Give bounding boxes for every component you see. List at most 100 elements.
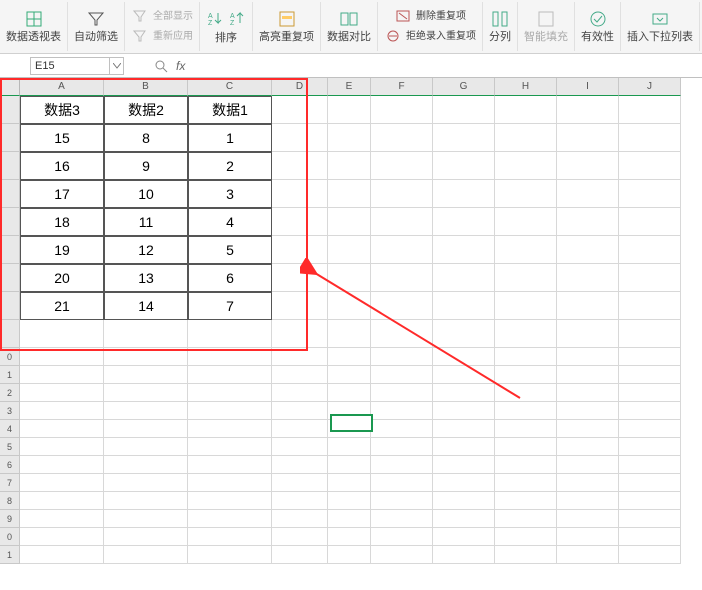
cell[interactable]: [557, 528, 619, 546]
cell[interactable]: [188, 348, 272, 366]
cell[interactable]: [433, 96, 495, 124]
table-cell[interactable]: 8: [104, 124, 188, 152]
cell[interactable]: [188, 492, 272, 510]
cell-grid[interactable]: 数据3数据2数据11581169217103181141912520136211…: [20, 96, 681, 564]
cell[interactable]: [272, 438, 328, 456]
cell[interactable]: [104, 546, 188, 564]
table-cell[interactable]: 9: [104, 152, 188, 180]
remove-dup-label[interactable]: 删除重复项: [416, 7, 466, 25]
table-cell[interactable]: 12: [104, 236, 188, 264]
column-header-H[interactable]: H: [495, 78, 557, 96]
row-header[interactable]: 0: [0, 348, 20, 366]
table-cell[interactable]: 2: [188, 152, 272, 180]
cell[interactable]: [272, 292, 328, 320]
table-cell[interactable]: 16: [20, 152, 104, 180]
cell[interactable]: [371, 366, 433, 384]
cell[interactable]: [328, 124, 371, 152]
cell[interactable]: [328, 546, 371, 564]
cell[interactable]: [495, 208, 557, 236]
row-header[interactable]: 5: [0, 438, 20, 456]
cell[interactable]: [557, 510, 619, 528]
cell[interactable]: [328, 492, 371, 510]
row-header[interactable]: 7: [0, 474, 20, 492]
cell[interactable]: [104, 438, 188, 456]
cell[interactable]: [20, 320, 104, 348]
column-header-G[interactable]: G: [433, 78, 495, 96]
cell[interactable]: [557, 264, 619, 292]
cell[interactable]: [495, 546, 557, 564]
cell[interactable]: [272, 456, 328, 474]
cell[interactable]: [104, 384, 188, 402]
cell[interactable]: [272, 546, 328, 564]
cell[interactable]: [495, 366, 557, 384]
cell[interactable]: [371, 348, 433, 366]
table-cell[interactable]: 15: [20, 124, 104, 152]
cell[interactable]: [371, 528, 433, 546]
cell[interactable]: [371, 510, 433, 528]
cell[interactable]: [557, 456, 619, 474]
column-header-D[interactable]: D: [272, 78, 328, 96]
row-header[interactable]: 9: [0, 510, 20, 528]
cell[interactable]: [188, 528, 272, 546]
cell[interactable]: [557, 420, 619, 438]
cell[interactable]: [188, 474, 272, 492]
cell[interactable]: [328, 152, 371, 180]
cell[interactable]: [495, 180, 557, 208]
cell[interactable]: [328, 528, 371, 546]
cell[interactable]: [188, 438, 272, 456]
cell[interactable]: [433, 456, 495, 474]
autofilter-button[interactable]: 自动筛选: [68, 2, 125, 51]
cell[interactable]: [557, 320, 619, 348]
cell[interactable]: [20, 492, 104, 510]
row-header[interactable]: 0: [0, 528, 20, 546]
cell[interactable]: [619, 510, 681, 528]
reject-dup-label[interactable]: 拒绝录入重复项: [406, 27, 476, 45]
cell[interactable]: [104, 420, 188, 438]
cell[interactable]: [328, 292, 371, 320]
cell[interactable]: [104, 320, 188, 348]
table-cell[interactable]: 20: [20, 264, 104, 292]
row-header[interactable]: 4: [0, 420, 20, 438]
cell[interactable]: [557, 474, 619, 492]
cell[interactable]: [104, 510, 188, 528]
row-header[interactable]: [0, 96, 20, 124]
row-header[interactable]: 8: [0, 492, 20, 510]
cell[interactable]: [272, 384, 328, 402]
column-header-C[interactable]: C: [188, 78, 272, 96]
cell[interactable]: [619, 366, 681, 384]
cell[interactable]: [104, 366, 188, 384]
insert-dropdown-button[interactable]: 插入下拉列表: [621, 2, 700, 51]
cell[interactable]: [20, 366, 104, 384]
cell[interactable]: [272, 510, 328, 528]
cell[interactable]: [188, 320, 272, 348]
cell[interactable]: [619, 124, 681, 152]
cell[interactable]: [433, 348, 495, 366]
cell[interactable]: [433, 474, 495, 492]
cell[interactable]: [433, 528, 495, 546]
cell[interactable]: [328, 208, 371, 236]
cell[interactable]: [557, 208, 619, 236]
cell[interactable]: [272, 152, 328, 180]
cell[interactable]: [272, 474, 328, 492]
table-cell[interactable]: 数据1: [188, 96, 272, 124]
sort-button[interactable]: AZ AZ 排序: [200, 2, 253, 51]
cell[interactable]: [619, 152, 681, 180]
cell[interactable]: [619, 320, 681, 348]
row-header[interactable]: 2: [0, 384, 20, 402]
cell[interactable]: [371, 384, 433, 402]
cell[interactable]: [495, 384, 557, 402]
cell[interactable]: [619, 180, 681, 208]
cell[interactable]: [20, 528, 104, 546]
cell[interactable]: [433, 492, 495, 510]
cell[interactable]: [619, 348, 681, 366]
name-box-dropdown[interactable]: [110, 57, 124, 75]
cell[interactable]: [371, 420, 433, 438]
cell[interactable]: [371, 180, 433, 208]
table-cell[interactable]: 数据2: [104, 96, 188, 124]
row-header[interactable]: [0, 208, 20, 236]
cell[interactable]: [371, 474, 433, 492]
fx-label[interactable]: fx: [176, 59, 185, 73]
cell[interactable]: [188, 402, 272, 420]
cell[interactable]: [20, 402, 104, 420]
cell[interactable]: [272, 96, 328, 124]
